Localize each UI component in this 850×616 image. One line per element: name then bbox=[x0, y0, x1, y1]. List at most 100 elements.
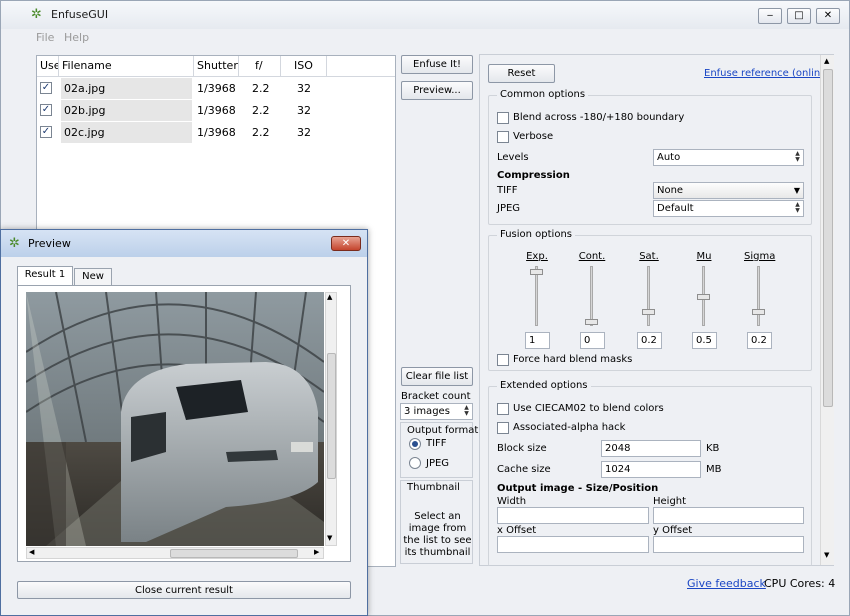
verbose-label[interactable]: Verbose bbox=[513, 131, 553, 142]
bracket-count-label: Bracket count bbox=[401, 391, 471, 402]
use-checkbox[interactable]: ✓ bbox=[40, 126, 52, 138]
column-header-iso[interactable]: ISO bbox=[281, 56, 327, 77]
associated-alpha-checkbox[interactable] bbox=[497, 422, 509, 434]
fusion-options-group: Fusion options Exp. 1 Cont. 0 Sat. 0.2 M… bbox=[488, 229, 812, 371]
maximize-button[interactable]: □ bbox=[787, 8, 811, 24]
title-bar: ✲ EnfuseGUI ‒ □ ✕ bbox=[1, 1, 849, 29]
column-header-use[interactable]: Use bbox=[37, 56, 59, 77]
spin-arrows-icon[interactable]: ▲ ▼ bbox=[793, 151, 802, 164]
close-icon[interactable]: ✕ bbox=[331, 236, 361, 251]
give-feedback-link[interactable]: Give feedback bbox=[687, 577, 766, 590]
contrast-slider-handle[interactable] bbox=[585, 319, 598, 325]
cache-size-label: Cache size bbox=[497, 464, 551, 475]
tiff-compression-label: TIFF bbox=[497, 185, 518, 196]
scrollbar-thumb[interactable] bbox=[823, 69, 833, 407]
verbose-checkbox[interactable] bbox=[497, 131, 509, 143]
exposure-slider-handle[interactable] bbox=[530, 269, 543, 275]
close-button[interactable]: ✕ bbox=[816, 8, 840, 24]
enfuse-reference-link[interactable]: Enfuse reference (online) bbox=[704, 68, 830, 79]
sigma-value-field[interactable]: 0.2 bbox=[747, 332, 772, 349]
mu-value-field[interactable]: 0.5 bbox=[692, 332, 717, 349]
saturation-slider-track[interactable] bbox=[647, 266, 650, 326]
jpeg-quality-label: JPEG bbox=[497, 203, 521, 214]
scroll-down-icon[interactable]: ▼ bbox=[327, 534, 332, 542]
compression-heading: Compression bbox=[497, 170, 570, 181]
scrollbar-thumb[interactable] bbox=[327, 353, 336, 479]
use-checkbox[interactable]: ✓ bbox=[40, 82, 52, 94]
associated-alpha-label[interactable]: Associated-alpha hack bbox=[513, 422, 625, 433]
sigma-slider-track[interactable] bbox=[757, 266, 760, 326]
jpeg-radio-label[interactable]: JPEG bbox=[426, 458, 449, 469]
ciecam-label[interactable]: Use CIECAM02 to blend colors bbox=[513, 403, 664, 414]
jpeg-quality-spinbox[interactable]: Default ▲ ▼ bbox=[653, 200, 804, 217]
spin-arrows-icon[interactable]: ▲ ▼ bbox=[793, 202, 802, 215]
close-current-result-button[interactable]: Close current result bbox=[17, 581, 351, 599]
sigma-slider-handle[interactable] bbox=[752, 309, 765, 315]
scroll-up-icon[interactable]: ▲ bbox=[327, 293, 332, 301]
use-checkbox[interactable]: ✓ bbox=[40, 104, 52, 116]
column-header-shutter[interactable]: Shutter bbox=[194, 56, 239, 77]
output-image-heading: Output image - Size/Position bbox=[497, 483, 659, 494]
contrast-slider-track[interactable] bbox=[590, 266, 593, 326]
y-offset-input[interactable] bbox=[653, 536, 804, 553]
saturation-value-field[interactable]: 0.2 bbox=[637, 332, 662, 349]
blend-boundary-checkbox[interactable] bbox=[497, 112, 509, 124]
fstop-cell: 2.2 bbox=[252, 82, 270, 95]
preview-button[interactable]: Preview... bbox=[401, 81, 473, 100]
cache-size-input[interactable]: 1024 bbox=[601, 461, 701, 478]
force-hard-masks-checkbox[interactable] bbox=[497, 354, 509, 366]
table-row[interactable]: ✓ 02b.jpg 1/3968 2.2 32 bbox=[37, 100, 327, 122]
levels-spinbox[interactable]: Auto ▲ ▼ bbox=[653, 149, 804, 166]
width-input[interactable] bbox=[497, 507, 649, 524]
mu-slider-handle[interactable] bbox=[697, 294, 710, 300]
enfuse-button[interactable]: Enfuse It! bbox=[401, 55, 473, 74]
force-hard-masks-label[interactable]: Force hard blend masks bbox=[513, 354, 632, 365]
table-row[interactable]: ✓ 02c.jpg 1/3968 2.2 32 bbox=[37, 122, 327, 144]
x-offset-input[interactable] bbox=[497, 536, 649, 553]
saturation-slider-label: Sat. bbox=[639, 251, 659, 262]
tiff-compression-select[interactable]: None ▼ bbox=[653, 182, 804, 199]
scrollbar-thumb[interactable] bbox=[170, 549, 298, 558]
spin-arrows-icon[interactable]: ▲ ▼ bbox=[462, 405, 471, 418]
output-format-label: Output format bbox=[407, 425, 479, 436]
exposure-slider-track[interactable] bbox=[535, 266, 538, 326]
ciecam-checkbox[interactable] bbox=[497, 403, 509, 415]
table-row[interactable]: ✓ 02a.jpg 1/3968 2.2 32 bbox=[37, 78, 327, 100]
fstop-cell: 2.2 bbox=[252, 126, 270, 139]
contrast-value-field[interactable]: 0 bbox=[580, 332, 605, 349]
levels-label: Levels bbox=[497, 152, 529, 163]
filename-cell: 02b.jpg bbox=[61, 100, 192, 121]
y-offset-label: y Offset bbox=[653, 525, 693, 536]
preview-horizontal-scrollbar[interactable]: ◀ ▶ bbox=[26, 547, 324, 559]
tiff-radio-label[interactable]: TIFF bbox=[426, 438, 447, 449]
block-size-input[interactable]: 2048 bbox=[601, 440, 701, 457]
preview-window-title: Preview bbox=[28, 237, 71, 250]
chevron-down-icon[interactable]: ▼ bbox=[794, 183, 800, 198]
saturation-slider-handle[interactable] bbox=[642, 309, 655, 315]
tiff-radio[interactable] bbox=[409, 438, 421, 450]
minimize-button[interactable]: ‒ bbox=[758, 8, 782, 24]
preview-vertical-scrollbar[interactable]: ▲ ▼ bbox=[325, 292, 337, 546]
scroll-up-icon[interactable]: ▲ bbox=[824, 57, 829, 65]
jpeg-radio[interactable] bbox=[409, 457, 421, 469]
window-title: EnfuseGUI bbox=[51, 8, 109, 21]
scroll-left-icon[interactable]: ◀ bbox=[29, 548, 34, 556]
reset-button[interactable]: Reset bbox=[488, 64, 555, 83]
column-header-fstop[interactable]: f/ bbox=[239, 56, 281, 77]
menu-file[interactable]: File bbox=[36, 31, 54, 44]
height-input[interactable] bbox=[653, 507, 804, 524]
clear-file-list-button[interactable]: Clear file list bbox=[401, 367, 473, 386]
sigma-slider-label: Sigma bbox=[744, 251, 776, 262]
scroll-down-icon[interactable]: ▼ bbox=[824, 551, 829, 559]
preview-image bbox=[26, 292, 324, 546]
blend-boundary-label[interactable]: Blend across -180/+180 boundary bbox=[513, 112, 684, 123]
scroll-right-icon[interactable]: ▶ bbox=[314, 548, 319, 556]
menu-bar: File Help bbox=[1, 29, 849, 47]
options-scrollbar[interactable]: ▲ ▼ bbox=[820, 55, 834, 565]
exposure-value-field[interactable]: 1 bbox=[525, 332, 550, 349]
bracket-count-spinbox[interactable]: 3 images ▲ ▼ bbox=[400, 403, 473, 420]
column-header-filename[interactable]: Filename bbox=[59, 56, 194, 77]
tab-result-1[interactable]: Result 1 bbox=[17, 266, 73, 285]
tab-new[interactable]: New bbox=[74, 268, 112, 285]
menu-help[interactable]: Help bbox=[64, 31, 89, 44]
